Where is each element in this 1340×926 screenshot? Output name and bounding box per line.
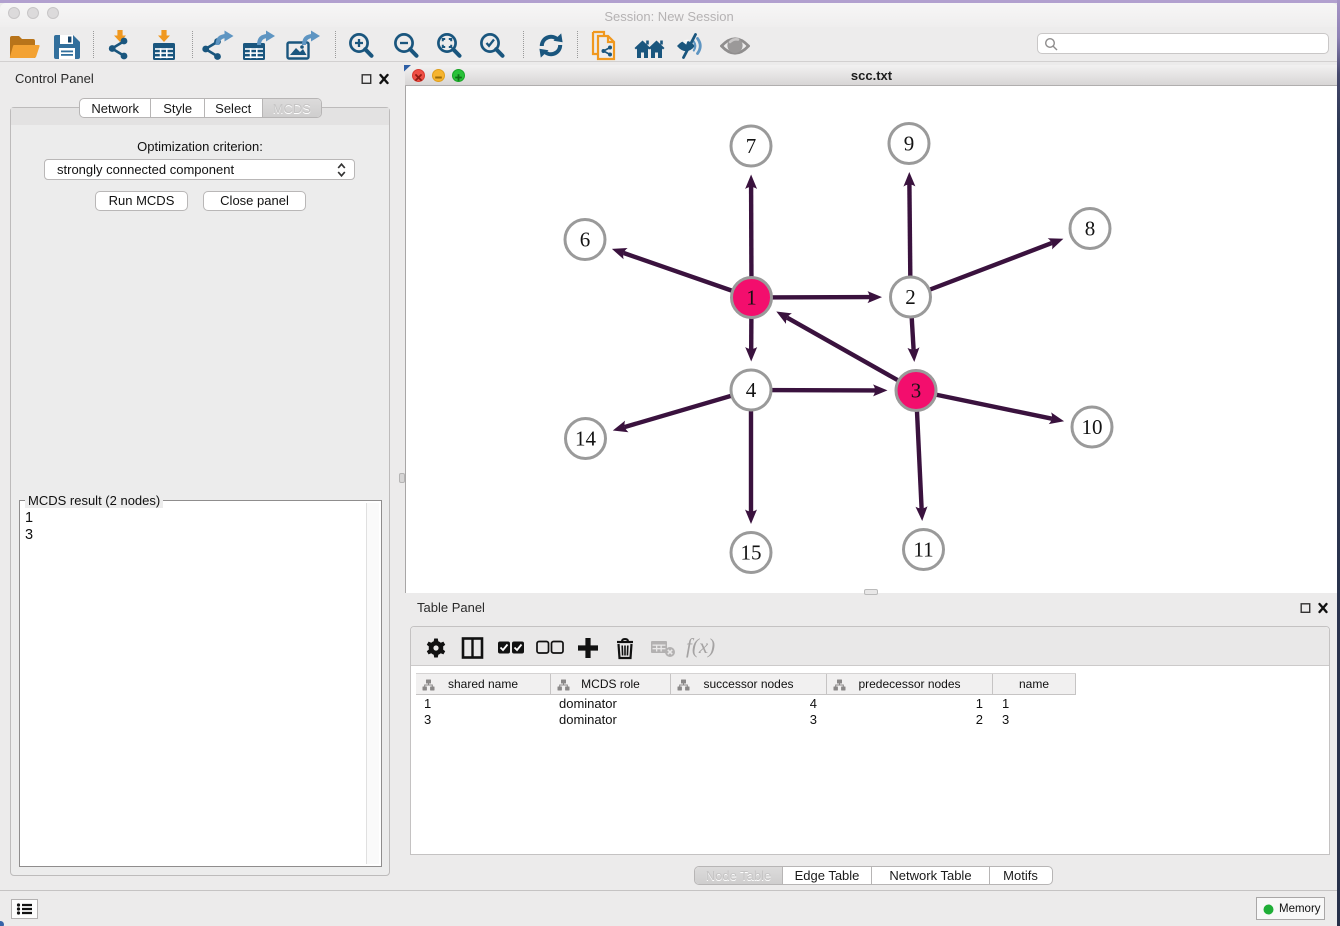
svg-text:6: 6 [580,228,591,252]
svg-text:14: 14 [575,427,597,451]
svg-text:11: 11 [913,538,933,562]
svg-text:2: 2 [905,285,916,309]
svg-text:9: 9 [904,132,915,156]
svg-text:8: 8 [1085,217,1096,241]
svg-text:3: 3 [911,379,922,403]
svg-text:15: 15 [741,541,762,565]
svg-text:7: 7 [746,134,757,158]
svg-text:1: 1 [746,286,757,310]
svg-text:4: 4 [746,378,757,402]
svg-text:10: 10 [1082,415,1103,439]
